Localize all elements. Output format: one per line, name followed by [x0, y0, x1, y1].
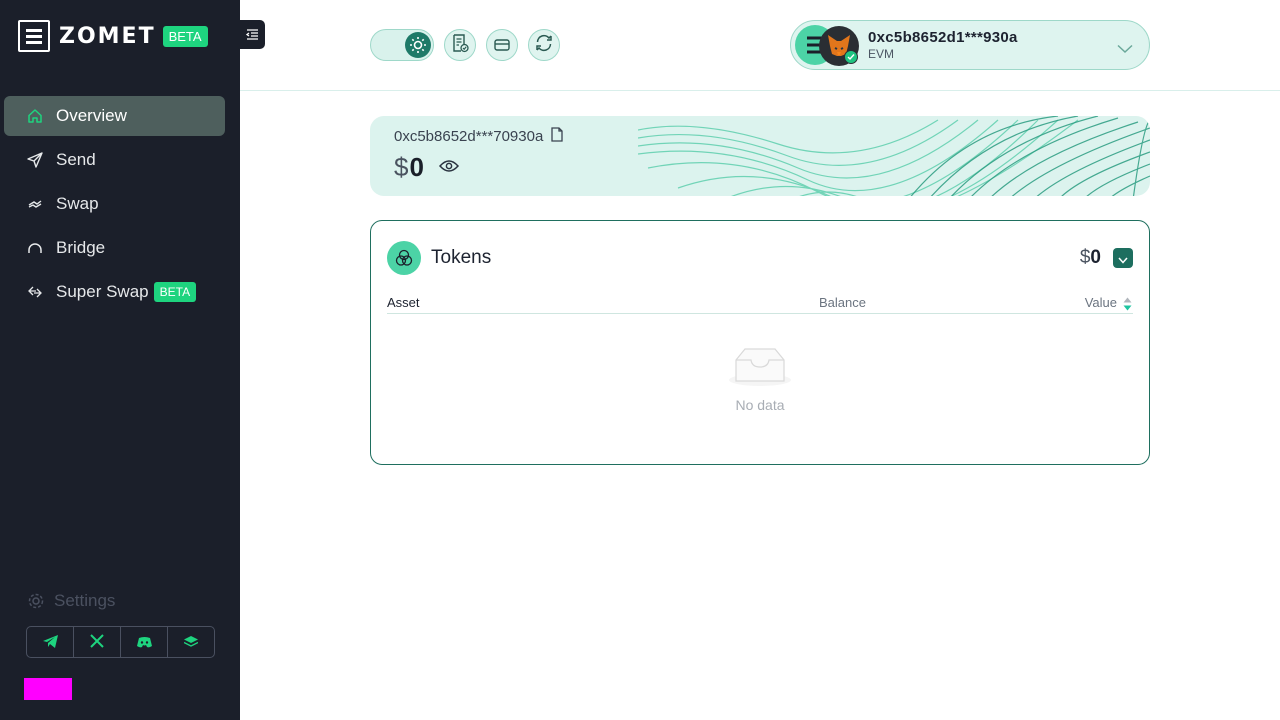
account-address-text: 0xc5b8652d***70930a — [394, 128, 544, 145]
discord-button[interactable] — [121, 627, 168, 657]
collapse-tokens-button[interactable] — [1113, 248, 1133, 268]
decorative-wave-lines — [638, 116, 1150, 196]
sidebar-item-label: Super Swap — [56, 282, 149, 301]
balance-amount: 0 — [409, 152, 424, 182]
eye-icon[interactable] — [438, 158, 459, 177]
telegram-icon — [42, 633, 58, 652]
tokens-title: Tokens — [431, 247, 492, 268]
wallet-address: 0xc5b8652d1***930a — [868, 29, 1018, 46]
sort-icon[interactable] — [1123, 297, 1132, 314]
sun-icon — [405, 32, 431, 58]
tokens-icon — [387, 241, 421, 275]
sidebar-item-label: Overview — [56, 106, 127, 125]
tokens-panel: Tokens $0 Asset Balance Value No data — [370, 220, 1150, 465]
logo-icon — [18, 20, 50, 52]
gear-icon — [27, 592, 45, 610]
x-button[interactable] — [74, 627, 121, 657]
empty-state-text: No data — [735, 397, 785, 413]
transactions-button[interactable] — [444, 29, 476, 61]
send-icon — [26, 151, 44, 169]
tokens-total: $0 — [1080, 247, 1101, 269]
beta-badge: BETA — [162, 25, 208, 47]
telegram-button[interactable] — [27, 627, 74, 657]
social-links — [26, 626, 215, 658]
sidebar-nav: Overview Send Swap Bridge Super Swap BET… — [4, 96, 225, 316]
column-asset: Asset — [387, 295, 420, 310]
swap-icon — [26, 195, 44, 213]
sidebar-item-label: Bridge — [56, 238, 106, 257]
account-address: 0xc5b8652d***70930a — [394, 127, 563, 146]
tokens-total-value: 0 — [1090, 247, 1101, 268]
debug-marker — [24, 678, 72, 700]
chevron-down-icon — [1118, 249, 1128, 268]
wallet-selector[interactable]: 0xc5b8652d1***930a EVM — [790, 20, 1150, 70]
currency-symbol: $ — [1079, 247, 1091, 268]
beta-badge: BETA — [153, 282, 197, 302]
layers-icon — [183, 633, 199, 652]
document-check-icon — [452, 33, 469, 57]
copy-icon[interactable] — [551, 127, 563, 146]
bridge-icon — [26, 239, 44, 257]
settings-label: Settings — [54, 591, 116, 610]
wallet-network: EVM — [868, 47, 895, 61]
home-icon — [26, 107, 44, 125]
sidebar-item-send[interactable]: Send — [4, 140, 225, 180]
total-balance: $ 0 — [394, 152, 459, 183]
verified-check-icon — [844, 50, 858, 64]
brand-name: ZOMET — [59, 23, 156, 49]
balance-card: 0xc5b8652d***70930a $ 0 — [370, 116, 1150, 196]
sidebar-item-swap[interactable]: Swap — [4, 184, 225, 224]
super-swap-icon — [26, 283, 44, 301]
empty-inbox-icon — [728, 345, 792, 391]
brand-logo[interactable]: ZOMET BETA — [18, 20, 208, 52]
discord-icon — [136, 633, 152, 652]
chevron-down-icon — [1117, 39, 1133, 58]
refresh-icon — [534, 33, 554, 57]
sidebar-item-super-swap[interactable]: Super Swap BETA — [4, 272, 225, 312]
theme-toggle[interactable] — [370, 29, 434, 61]
tokens-table-header: Asset Balance Value — [387, 295, 1133, 314]
sidebar-item-overview[interactable]: Overview — [4, 96, 225, 136]
column-value[interactable]: Value — [1085, 295, 1117, 310]
sidebar-item-bridge[interactable]: Bridge — [4, 228, 225, 268]
refresh-button[interactable] — [528, 29, 560, 61]
settings-button[interactable]: Settings — [27, 591, 115, 611]
top-header: 0xc5b8652d1***930a EVM — [240, 0, 1280, 91]
docs-button[interactable] — [168, 627, 214, 657]
card-button[interactable] — [486, 29, 518, 61]
sidebar-item-label: Send — [56, 150, 96, 169]
card-icon — [494, 36, 510, 55]
column-balance: Balance — [819, 295, 866, 310]
currency-symbol: $ — [394, 152, 409, 182]
x-icon — [90, 633, 104, 652]
sidebar-item-label: Swap — [56, 194, 99, 213]
sidebar: ZOMET BETA Overview Send Swap Bridge Sup… — [0, 0, 240, 720]
